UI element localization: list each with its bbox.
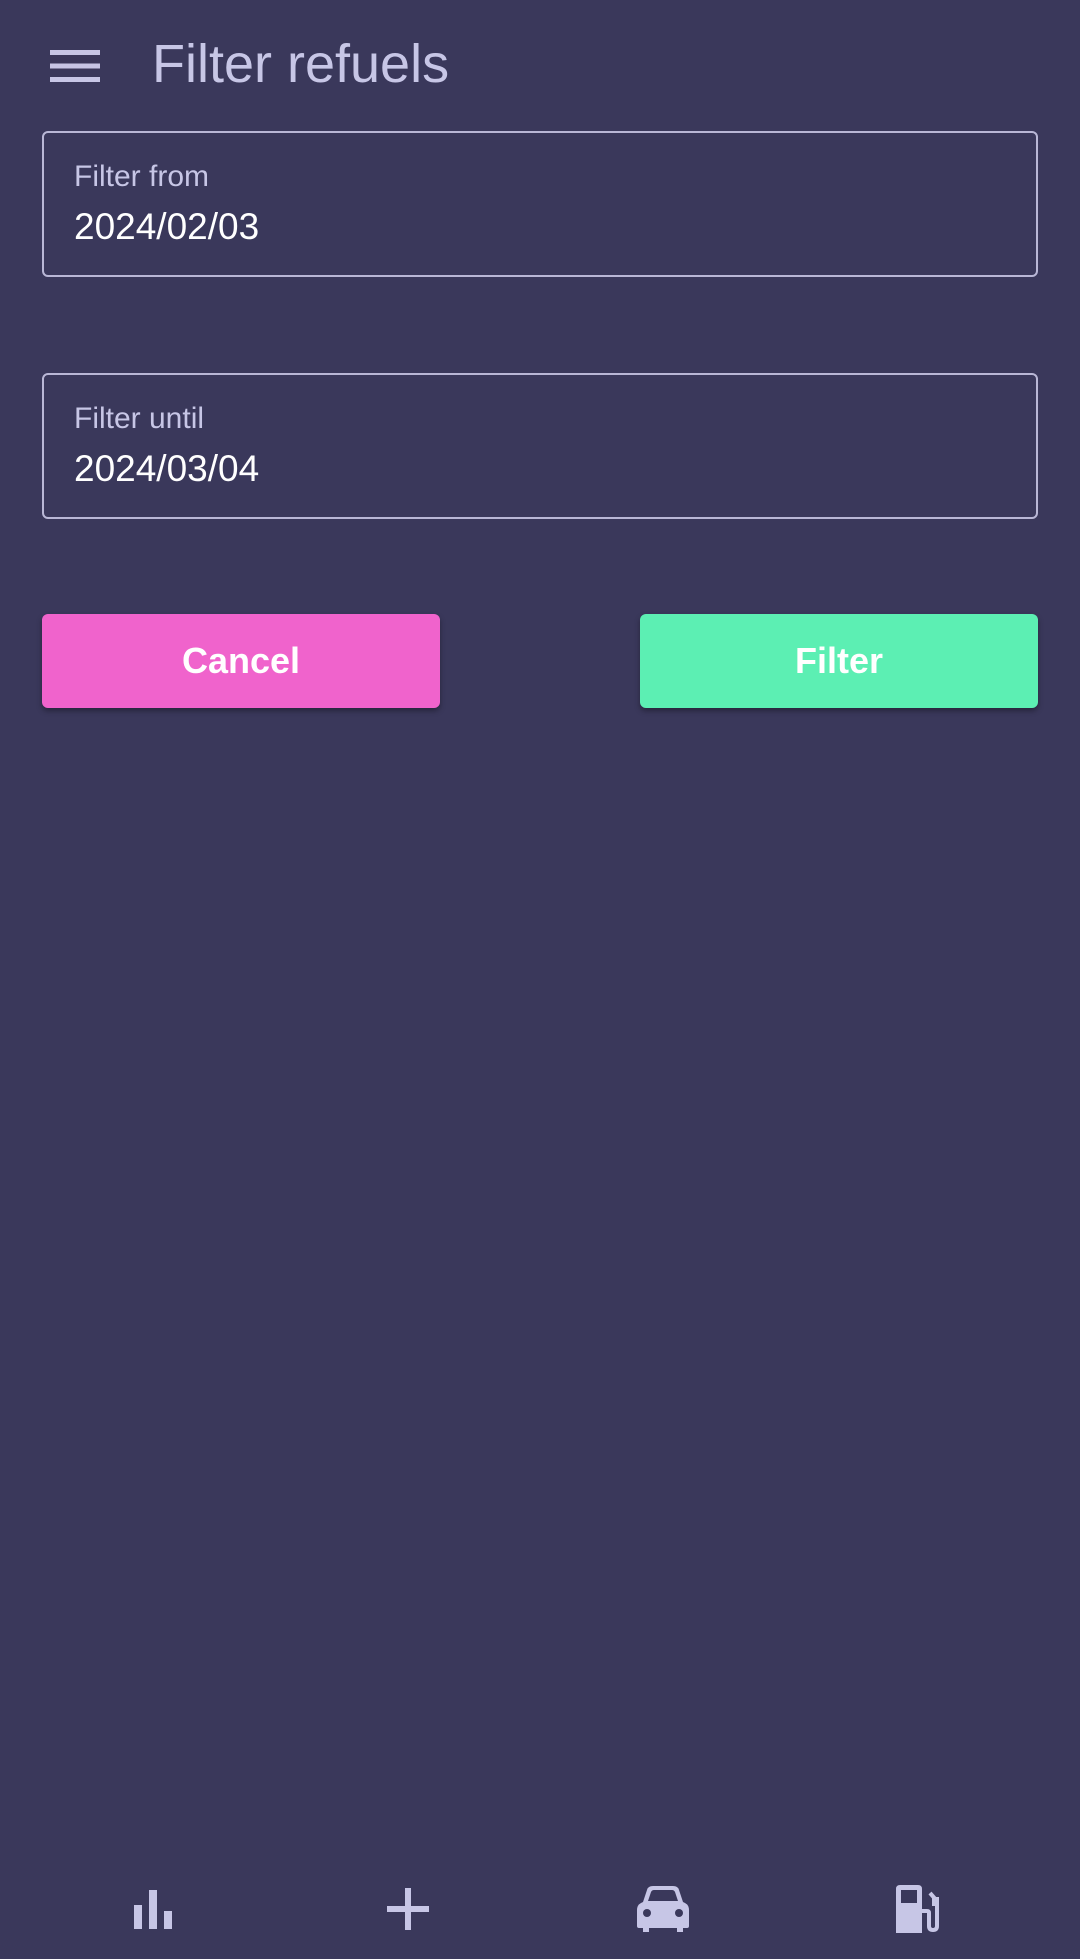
page-title: Filter refuels [152, 34, 450, 94]
filter-from-label: Filter from [74, 160, 209, 193]
cancel-button[interactable]: Cancel [42, 614, 440, 708]
car-icon [637, 1886, 689, 1932]
bar-chart-icon [134, 1890, 172, 1929]
nav-item-vehicles[interactable] [588, 1859, 738, 1959]
filter-until-field[interactable]: Filter until 2024/03/04 [42, 373, 1038, 519]
filter-from-value[interactable]: 2024/02/03 [74, 205, 259, 249]
menu-button[interactable] [40, 36, 110, 96]
filter-button[interactable]: Filter [640, 614, 1038, 708]
bottom-navigation [0, 1859, 1080, 1959]
hamburger-menu-icon [50, 50, 100, 82]
nav-item-statistics[interactable] [78, 1859, 228, 1959]
fuel-pump-icon [896, 1885, 939, 1933]
app-bar: Filter refuels [0, 0, 1080, 130]
nav-item-refuels[interactable] [843, 1859, 993, 1959]
filter-until-value[interactable]: 2024/03/04 [74, 447, 259, 491]
filter-until-label: Filter until [74, 402, 205, 435]
plus-icon [387, 1888, 429, 1930]
filter-from-field[interactable]: Filter from 2024/02/03 [42, 131, 1038, 277]
nav-item-add[interactable] [333, 1859, 483, 1959]
